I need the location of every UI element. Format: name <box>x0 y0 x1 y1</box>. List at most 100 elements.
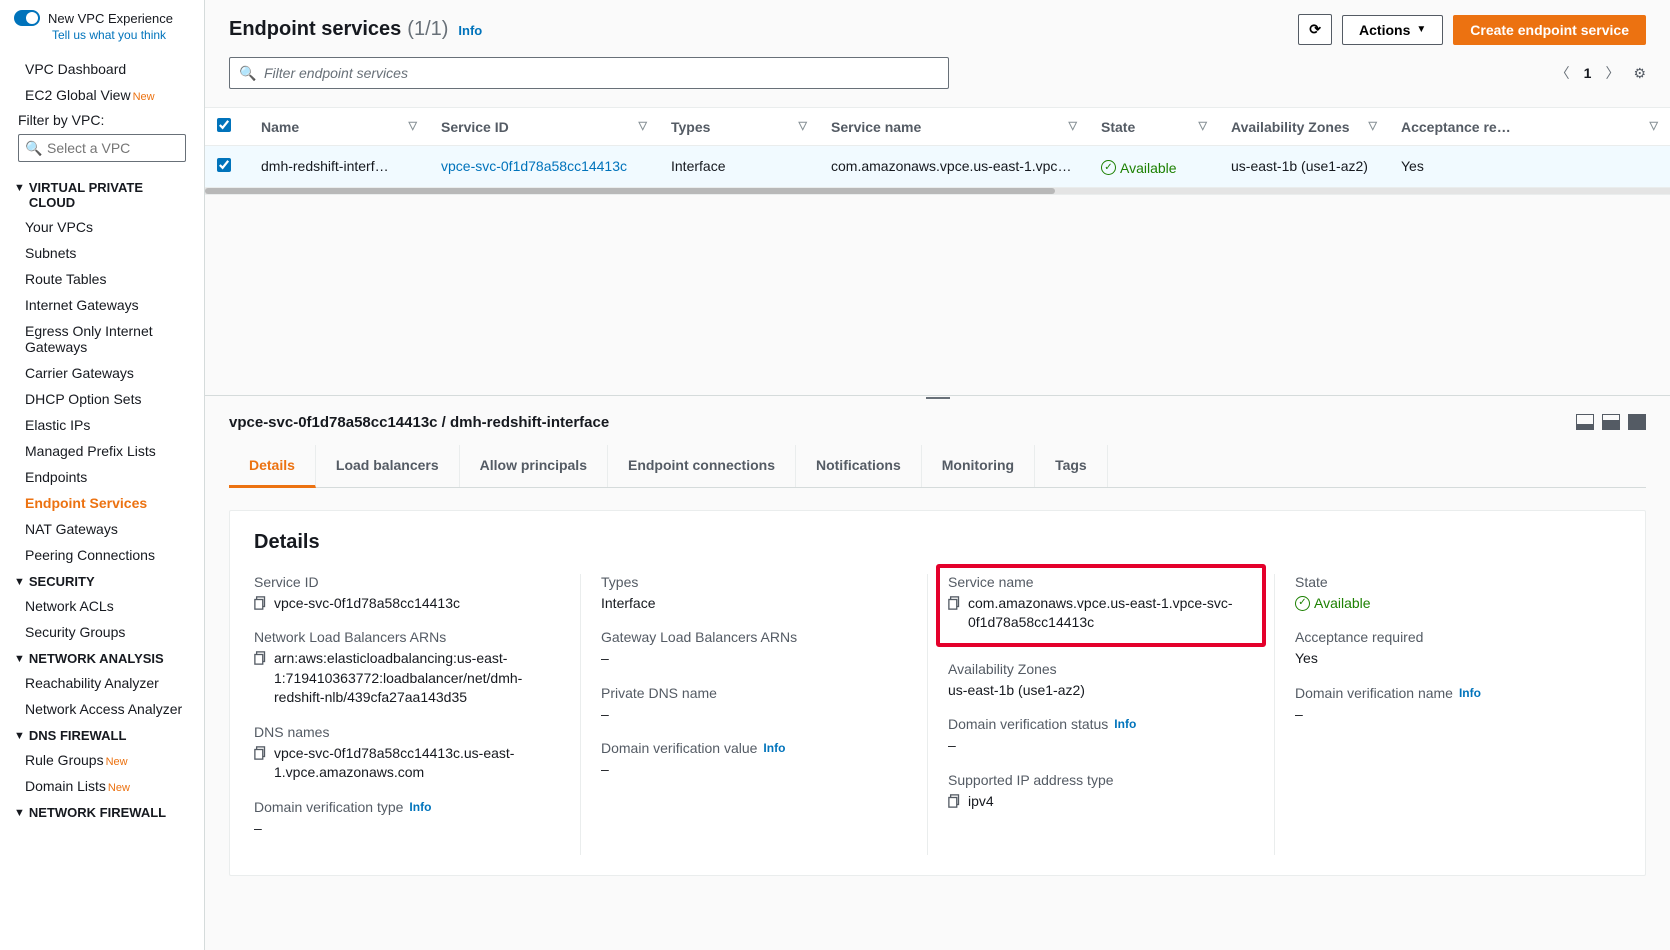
row-checkbox[interactable] <box>217 158 231 172</box>
sidebar-item-your-vpcs[interactable]: Your VPCs <box>0 214 204 240</box>
horizontal-scrollbar[interactable] <box>205 188 1670 194</box>
details-panel: Details Service ID vpce-svc-0f1d78a58cc1… <box>229 510 1646 876</box>
info-link[interactable]: Info <box>763 741 785 755</box>
filter-input[interactable]: 🔍 <box>229 57 949 89</box>
search-icon: 🔍 <box>239 65 256 82</box>
sidebar-item-peering[interactable]: Peering Connections <box>0 542 204 568</box>
value-service-id: vpce-svc-0f1d78a58cc14413c <box>274 594 460 614</box>
label-pdns: Private DNS name <box>601 685 907 701</box>
value-types: Interface <box>601 594 907 614</box>
sort-icon: ▽ <box>1650 119 1658 132</box>
select-all-checkbox[interactable] <box>217 118 231 132</box>
value-glb: – <box>601 649 907 669</box>
settings-icon[interactable]: ⚙ <box>1633 65 1646 82</box>
sidebar-item-prefix-lists[interactable]: Managed Prefix Lists <box>0 438 204 464</box>
main-content: Endpoint services (1/1) Info ⟳ Actions▼ … <box>205 0 1670 950</box>
sidebar-item-route-tables[interactable]: Route Tables <box>0 266 204 292</box>
tab-details[interactable]: Details <box>229 445 316 488</box>
value-pdns: – <box>601 705 907 725</box>
sidebar-item-nacls[interactable]: Network ACLs <box>0 593 204 619</box>
info-link[interactable]: Info <box>1459 686 1481 700</box>
col-state[interactable]: State▽ <box>1089 108 1219 146</box>
prev-page[interactable]: 〈 <box>1556 63 1570 83</box>
section-security[interactable]: ▼SECURITY <box>0 568 204 593</box>
next-page[interactable]: 〉 <box>1605 63 1619 83</box>
section-vpc[interactable]: ▼VIRTUAL PRIVATE CLOUD <box>0 174 204 214</box>
section-title: NETWORK FIREWALL <box>29 805 166 820</box>
value-dvn: – <box>1295 705 1601 725</box>
sidebar-item-ec2-global[interactable]: EC2 Global ViewNew <box>0 82 204 108</box>
filter-by-vpc-label: Filter by VPC: <box>0 108 204 134</box>
copy-icon[interactable] <box>948 596 962 610</box>
sidebar-item-dhcp[interactable]: DHCP Option Sets <box>0 386 204 412</box>
label-dvt: Domain verification type <box>254 799 403 815</box>
check-circle-icon: ✓ <box>1101 160 1116 175</box>
state-text: Available <box>1120 160 1177 176</box>
cell-service-id[interactable]: vpce-svc-0f1d78a58cc14413c <box>429 146 659 188</box>
col-types[interactable]: Types▽ <box>659 108 819 146</box>
col-name[interactable]: Name▽ <box>249 108 429 146</box>
sidebar-item-carrier-gw[interactable]: Carrier Gateways <box>0 360 204 386</box>
tab-load-balancers[interactable]: Load balancers <box>316 445 460 487</box>
sidebar-item-subnets[interactable]: Subnets <box>0 240 204 266</box>
tab-tags[interactable]: Tags <box>1035 445 1108 487</box>
panel-size-medium[interactable] <box>1602 414 1620 430</box>
refresh-button[interactable]: ⟳ <box>1298 14 1332 45</box>
section-network-firewall[interactable]: ▼NETWORK FIREWALL <box>0 799 204 824</box>
info-link[interactable]: Info <box>458 23 482 38</box>
sidebar-item-endpoints[interactable]: Endpoints <box>0 464 204 490</box>
section-dns-firewall[interactable]: ▼DNS FIREWALL <box>0 722 204 747</box>
cell-types: Interface <box>659 146 819 188</box>
panel-size-small[interactable] <box>1576 414 1594 430</box>
info-link[interactable]: Info <box>1114 717 1136 731</box>
sidebar-item-nat-gw[interactable]: NAT Gateways <box>0 516 204 542</box>
col-service-name[interactable]: Service name▽ <box>819 108 1089 146</box>
new-badge: New <box>133 91 155 103</box>
page-title: Endpoint services (1/1) Info <box>229 18 482 41</box>
actions-button[interactable]: Actions▼ <box>1342 15 1443 45</box>
value-dvs: – <box>948 736 1254 756</box>
chevron-down-icon: ▼ <box>14 576 25 588</box>
tab-endpoint-connections[interactable]: Endpoint connections <box>608 445 796 487</box>
new-badge: New <box>108 782 130 794</box>
section-analysis[interactable]: ▼NETWORK ANALYSIS <box>0 645 204 670</box>
section-title: VIRTUAL PRIVATE CLOUD <box>29 180 190 210</box>
table-row[interactable]: dmh-redshift-interf… vpce-svc-0f1d78a58c… <box>205 146 1670 188</box>
sidebar-item-reachability[interactable]: Reachability Analyzer <box>0 670 204 696</box>
copy-icon[interactable] <box>254 596 268 610</box>
sidebar-item-eigw[interactable]: Egress Only Internet Gateways <box>0 318 204 360</box>
panel-size-full[interactable] <box>1628 414 1646 430</box>
tell-us-link[interactable]: Tell us what you think <box>0 28 204 56</box>
tab-monitoring[interactable]: Monitoring <box>922 445 1035 487</box>
pagination: 〈 1 〉 ⚙ <box>1556 63 1646 83</box>
chevron-down-icon: ▼ <box>14 653 25 665</box>
col-az[interactable]: Availability Zones▽ <box>1219 108 1389 146</box>
col-acceptance[interactable]: Acceptance re…▽ <box>1389 108 1670 146</box>
refresh-icon: ⟳ <box>1309 21 1321 38</box>
cell-state: ✓ Available <box>1089 146 1219 188</box>
copy-icon[interactable] <box>254 746 268 760</box>
sidebar-item-rule-groups[interactable]: Rule GroupsNew <box>0 747 204 773</box>
copy-icon[interactable] <box>254 651 268 665</box>
tab-allow-principals[interactable]: Allow principals <box>460 445 608 487</box>
sidebar-item-net-access[interactable]: Network Access Analyzer <box>0 696 204 722</box>
sidebar-item-dashboard[interactable]: VPC Dashboard <box>0 56 204 82</box>
sidebar-item-domain-lists[interactable]: Domain ListsNew <box>0 773 204 799</box>
vpc-filter-input[interactable]: 🔍 <box>18 134 186 162</box>
sidebar-item-endpoint-services[interactable]: Endpoint Services <box>0 490 204 516</box>
value-state: Available <box>1314 594 1371 614</box>
copy-icon[interactable] <box>948 794 962 808</box>
create-endpoint-service-button[interactable]: Create endpoint service <box>1453 15 1646 45</box>
sidebar-item-igw[interactable]: Internet Gateways <box>0 292 204 318</box>
info-link[interactable]: Info <box>409 800 431 814</box>
value-iptype: ipv4 <box>968 792 994 812</box>
sidebar-item-eip[interactable]: Elastic IPs <box>0 412 204 438</box>
sort-icon: ▽ <box>1199 119 1207 132</box>
tab-notifications[interactable]: Notifications <box>796 445 922 487</box>
new-vpc-experience-toggle[interactable]: New VPC Experience <box>0 10 204 28</box>
sidebar-item-sgs[interactable]: Security Groups <box>0 619 204 645</box>
search-icon: 🔍 <box>25 140 42 157</box>
col-service-id[interactable]: Service ID▽ <box>429 108 659 146</box>
chevron-down-icon: ▼ <box>1416 24 1426 35</box>
detail-tabs: Details Load balancers Allow principals … <box>229 445 1646 488</box>
